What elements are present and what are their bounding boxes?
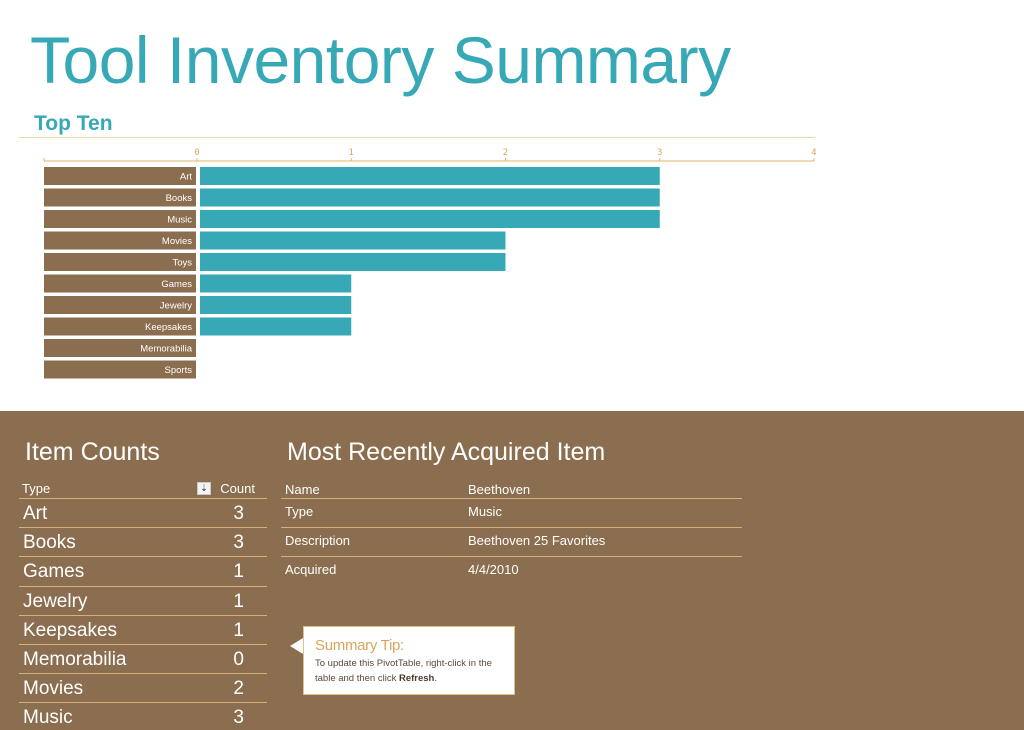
category-label: Jewelry xyxy=(160,301,192,312)
category-label: Art xyxy=(180,172,193,183)
row-type: Jewelry xyxy=(23,590,88,612)
detail-label: Acquired xyxy=(285,562,337,578)
detail-value: Music xyxy=(468,504,502,519)
table-header: Type ⇣ Count xyxy=(19,478,267,499)
row-count: 3 xyxy=(233,503,244,524)
x-tick-label: 2 xyxy=(503,148,508,158)
row-type: Games xyxy=(23,561,85,583)
detail-row-name: Name Beethoven xyxy=(281,478,742,499)
tip-pointer xyxy=(290,638,303,654)
category-label: Movies xyxy=(162,236,192,247)
table-row[interactable]: Jewelry 1 xyxy=(19,587,267,616)
detail-label: Type xyxy=(285,504,314,519)
top-ten-bar-chart[interactable]: 0 1 2 3 4 Art Books Music Movies Toys Games Jewelr… xyxy=(0,140,830,390)
table-row[interactable]: Keepsakes 1 xyxy=(19,616,267,645)
sort-descending-icon[interactable]: ⇣ xyxy=(197,482,211,495)
bar-games xyxy=(200,274,352,293)
recent-item-title: Most Recently Acquired Item xyxy=(287,438,606,466)
x-tick-label: 0 xyxy=(194,148,199,158)
bar-art xyxy=(200,167,660,185)
category-label: Books xyxy=(166,193,193,204)
row-type: Movies xyxy=(23,678,84,700)
detail-value: Beethoven xyxy=(468,482,531,497)
x-tick-label: 3 xyxy=(657,148,662,158)
row-type: Memorabilia xyxy=(23,648,127,670)
table-row[interactable]: Art 3 xyxy=(19,499,267,529)
bar-jewelry xyxy=(200,296,352,314)
row-count: 0 xyxy=(233,648,244,670)
row-count: 1 xyxy=(233,590,244,612)
summary-tip-callout: Summary Tip: To update this PivotTable, … xyxy=(303,626,515,695)
row-count: 3 xyxy=(233,532,244,554)
category-label: Memorabilia xyxy=(140,344,192,355)
category-label: Sports xyxy=(165,365,193,376)
category-label: Toys xyxy=(172,258,192,269)
bar-books xyxy=(200,188,660,207)
row-type: Music xyxy=(23,707,73,729)
bars: Art Books Music Movies Toys Games Jewelry Keeps… xyxy=(44,167,660,379)
type-column-header[interactable]: Type xyxy=(22,481,50,496)
table-row[interactable]: Music 3 xyxy=(19,703,267,730)
page-title: Tool Inventory Summary xyxy=(30,23,731,97)
detail-row-acquired: Acquired 4/4/2010 xyxy=(281,557,742,586)
x-tick-label: 1 xyxy=(349,148,354,158)
table-row[interactable]: Books 3 xyxy=(19,528,267,558)
detail-row-type: Type Music xyxy=(281,499,742,529)
tip-title: Summary Tip: xyxy=(315,637,404,654)
detail-value: 4/4/2010 xyxy=(468,562,519,578)
detail-label: Name xyxy=(285,482,320,497)
item-counts-title: Item Counts xyxy=(25,438,160,466)
detail-label: Description xyxy=(285,533,351,549)
refresh-command: Refresh xyxy=(398,673,435,684)
bar-music xyxy=(200,210,660,228)
row-count: 1 xyxy=(233,561,244,583)
category-label: Games xyxy=(161,279,192,290)
x-tick-label: 4 xyxy=(811,148,816,158)
bar-keepsakes xyxy=(200,317,352,336)
table-row[interactable]: Movies 2 xyxy=(19,674,267,704)
x-axis: 0 1 2 3 4 xyxy=(43,148,817,162)
section-divider xyxy=(19,137,815,138)
row-type: Art xyxy=(23,503,48,524)
section-title: Top Ten xyxy=(34,112,113,135)
row-count: 3 xyxy=(233,707,244,729)
table-row[interactable]: Games 1 xyxy=(19,557,267,587)
count-column-header[interactable]: Count xyxy=(220,481,255,496)
category-label-box xyxy=(44,167,196,185)
row-count: 2 xyxy=(233,678,244,700)
recent-item-table: Name Beethoven Type Music Description Beethov… xyxy=(281,478,742,587)
row-type: Keepsakes xyxy=(23,619,118,641)
detail-value: Beethoven 25 Favorites xyxy=(468,533,606,549)
detail-row-description: Description Beethoven 25 Favorites xyxy=(281,528,742,558)
row-count: 1 xyxy=(233,619,244,641)
tip-body: To update this PivotTable, right-click i… xyxy=(315,658,492,684)
bar-toys xyxy=(200,253,506,271)
category-label: Keepsakes xyxy=(145,322,192,333)
row-type: Books xyxy=(23,532,76,554)
bar-movies xyxy=(200,231,506,250)
table-row[interactable]: Memorabilia 0 xyxy=(19,645,267,675)
category-label: Music xyxy=(167,215,192,226)
item-counts-pivot-table[interactable]: Type ⇣ Count Art 3 Books 3 Games 1 Jewelry 1 Kee… xyxy=(19,478,267,730)
